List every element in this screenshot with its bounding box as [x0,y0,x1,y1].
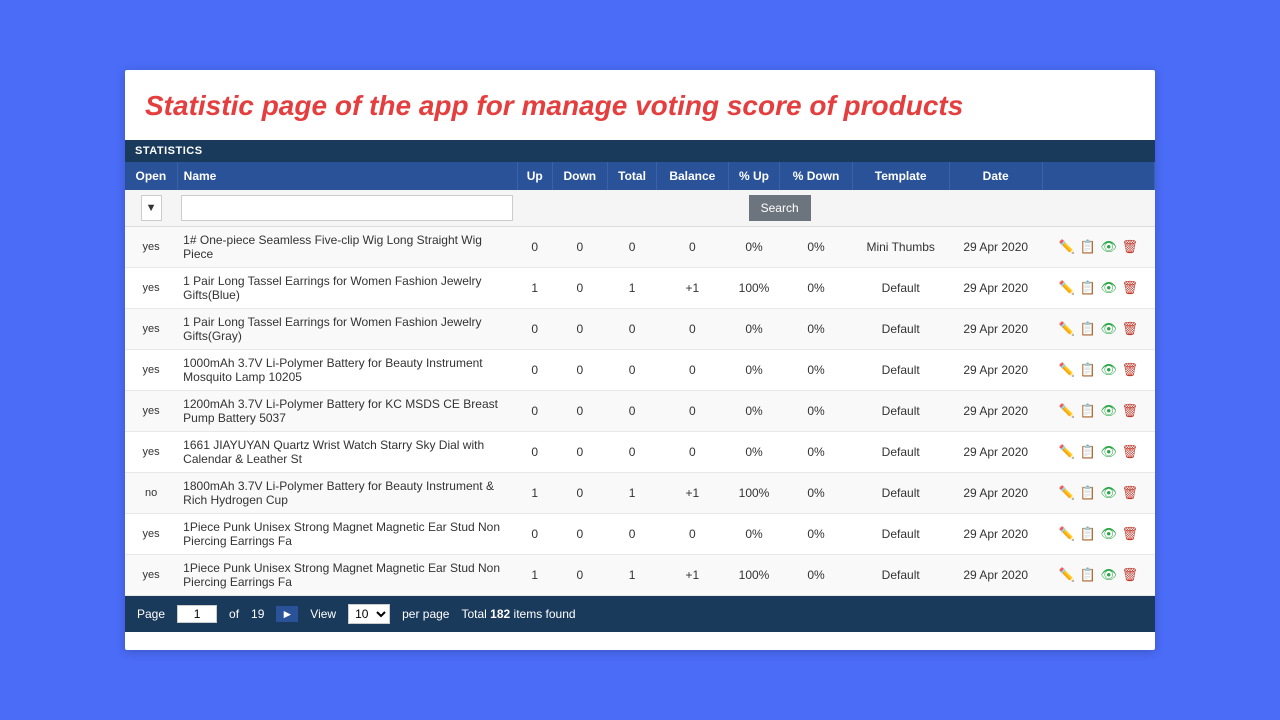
items-label: items found [514,607,576,621]
search-input[interactable] [181,195,513,221]
table-row: yes1Piece Punk Unisex Strong Magnet Magn… [125,514,1155,555]
table-row: no1800mAh 3.7V Li-Polymer Battery for Be… [125,473,1155,514]
col-date: Date [949,162,1042,190]
action-icons: ✏️ 📋 👁 🗑 [1048,525,1148,543]
total-pages: 19 [251,607,264,621]
section-header: STATISTICS [125,140,1155,162]
col-actions [1042,162,1154,190]
view-icon[interactable]: 👁 [1100,443,1118,461]
search-action-cell [1042,190,1154,227]
table-row: yes1661 JIAYUYAN Quartz Wrist Watch Star… [125,432,1155,473]
edit-icon[interactable]: ✏️ [1058,361,1076,379]
main-card: Statistic page of the app for manage vot… [125,70,1155,650]
delete-icon[interactable]: 🗑 [1121,525,1139,543]
view-icon[interactable]: 👁 [1100,484,1118,502]
col-pct-down: % Down [780,162,852,190]
table-row: yes1200mAh 3.7V Li-Polymer Battery for K… [125,391,1155,432]
delete-icon[interactable]: 🗑 [1121,279,1139,297]
of-label: of [229,607,239,621]
copy-icon[interactable]: 📋 [1079,320,1097,338]
col-balance: Balance [657,162,728,190]
table-wrapper: Open Name Up Down Total Balance % Up % D… [125,162,1155,596]
search-input-cell [177,190,517,227]
edit-icon[interactable]: ✏️ [1058,525,1076,543]
edit-icon[interactable]: ✏️ [1058,279,1076,297]
search-row: ▼ Search [125,190,1155,227]
edit-icon[interactable]: ✏️ [1058,238,1076,256]
col-name: Name [177,162,517,190]
action-icons: ✏️ 📋 👁 🗑 [1048,484,1148,502]
table-row: yes1000mAh 3.7V Li-Polymer Battery for B… [125,350,1155,391]
copy-icon[interactable]: 📋 [1079,279,1097,297]
open-dropdown[interactable]: ▼ [141,195,162,221]
page-title: Statistic page of the app for manage vot… [125,70,1155,140]
col-template: Template [852,162,949,190]
copy-icon[interactable]: 📋 [1079,443,1097,461]
per-page-select[interactable]: 10 25 50 [348,604,390,624]
col-up: Up [517,162,552,190]
page-container: Statistic page of the app for manage vot… [0,0,1280,720]
delete-icon[interactable]: 🗑 [1121,484,1139,502]
footer-bar: Page of 19 ► View 10 25 50 per page Tota… [125,596,1155,632]
page-input[interactable] [177,605,217,623]
edit-icon[interactable]: ✏️ [1058,566,1076,584]
col-total: Total [607,162,656,190]
copy-icon[interactable]: 📋 [1079,361,1097,379]
copy-icon[interactable]: 📋 [1079,566,1097,584]
copy-icon[interactable]: 📋 [1079,238,1097,256]
delete-icon[interactable]: 🗑 [1121,566,1139,584]
action-icons: ✏️ 📋 👁 🗑 [1048,279,1148,297]
view-label: View [310,607,336,621]
table-section: STATISTICS Open Name Up Down Total Balan… [125,140,1155,596]
col-pct-up: % Up [728,162,780,190]
view-icon[interactable]: 👁 [1100,361,1118,379]
copy-icon[interactable]: 📋 [1079,484,1097,502]
action-icons: ✏️ 📋 👁 🗑 [1048,443,1148,461]
view-icon[interactable]: 👁 [1100,320,1118,338]
page-label: Page [137,607,165,621]
action-icons: ✏️ 📋 👁 🗑 [1048,238,1148,256]
next-page-button[interactable]: ► [276,606,298,622]
table-row: yes1 Pair Long Tassel Earrings for Women… [125,268,1155,309]
edit-icon[interactable]: ✏️ [1058,443,1076,461]
edit-icon[interactable]: ✏️ [1058,320,1076,338]
table-row: yes1Piece Punk Unisex Strong Magnet Magn… [125,555,1155,596]
total-count: 182 [490,607,510,621]
col-down: Down [552,162,607,190]
view-icon[interactable]: 👁 [1100,525,1118,543]
copy-icon[interactable]: 📋 [1079,402,1097,420]
view-icon[interactable]: 👁 [1100,566,1118,584]
view-icon[interactable]: 👁 [1100,238,1118,256]
table-row: yes1 Pair Long Tassel Earrings for Women… [125,309,1155,350]
total-text: Total 182 items found [461,607,575,621]
edit-icon[interactable]: ✏️ [1058,484,1076,502]
action-icons: ✏️ 📋 👁 🗑 [1048,320,1148,338]
col-open: Open [125,162,177,190]
action-icons: ✏️ 📋 👁 🗑 [1048,361,1148,379]
delete-icon[interactable]: 🗑 [1121,320,1139,338]
per-page-label: per page [402,607,449,621]
delete-icon[interactable]: 🗑 [1121,238,1139,256]
open-dropdown-cell: ▼ [125,190,177,227]
copy-icon[interactable]: 📋 [1079,525,1097,543]
dropdown-value: ▼ [146,202,157,214]
view-icon[interactable]: 👁 [1100,279,1118,297]
search-button-cell: Search [517,190,1042,227]
table-row: yes1# One-piece Seamless Five-clip Wig L… [125,227,1155,268]
edit-icon[interactable]: ✏️ [1058,402,1076,420]
statistics-table: Open Name Up Down Total Balance % Up % D… [125,162,1155,596]
delete-icon[interactable]: 🗑 [1121,443,1139,461]
table-header-row: Open Name Up Down Total Balance % Up % D… [125,162,1155,190]
action-icons: ✏️ 📋 👁 🗑 [1048,402,1148,420]
action-icons: ✏️ 📋 👁 🗑 [1048,566,1148,584]
view-icon[interactable]: 👁 [1100,402,1118,420]
search-button[interactable]: Search [749,195,811,221]
delete-icon[interactable]: 🗑 [1121,402,1139,420]
delete-icon[interactable]: 🗑 [1121,361,1139,379]
